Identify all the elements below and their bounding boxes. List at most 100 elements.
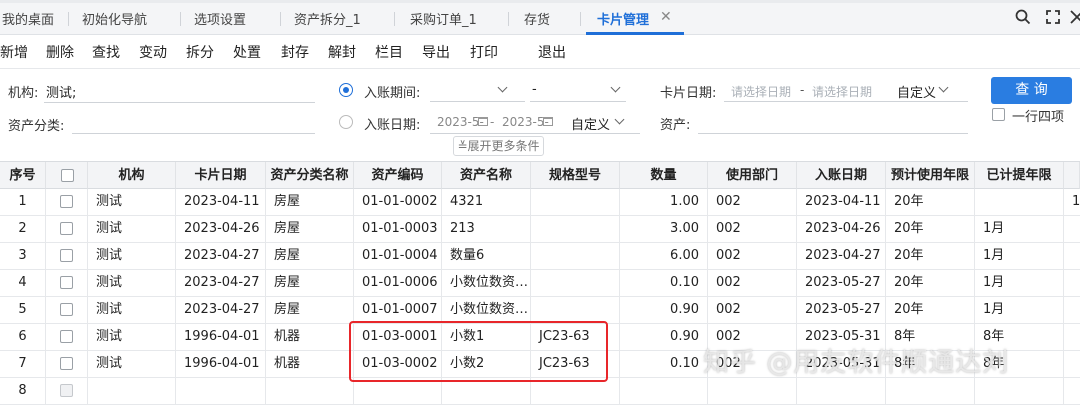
table-cell-overflow-column: 1 bbox=[1064, 189, 1080, 216]
card-date-mode-select[interactable]: 自定义 bbox=[897, 82, 936, 101]
column-header-use-department[interactable]: 使用部门 bbox=[708, 162, 797, 189]
tab-asset-split[interactable]: 资产拆分_1 bbox=[294, 9, 361, 31]
row-checkbox[interactable] bbox=[60, 222, 73, 235]
delete-button[interactable]: 删除 bbox=[46, 42, 74, 62]
table-cell-accrued-years: 1月 bbox=[975, 297, 1064, 324]
calendar-icon[interactable] bbox=[478, 117, 488, 126]
table-cell-select[interactable] bbox=[46, 297, 88, 324]
find-button[interactable]: 查找 bbox=[92, 42, 120, 62]
select-all-checkbox[interactable] bbox=[61, 169, 74, 182]
entry-date-mode-select[interactable]: 自定义 bbox=[571, 114, 610, 133]
row-checkbox[interactable] bbox=[60, 357, 73, 370]
column-header-asset-class-name[interactable]: 资产分类名称 bbox=[266, 162, 354, 189]
table-cell-use-department: 002 bbox=[708, 270, 797, 297]
tab-purchase-order[interactable]: 采购订单_1 bbox=[410, 9, 477, 31]
column-header-select[interactable] bbox=[46, 162, 88, 189]
table-cell-asset-class-name: 房屋 bbox=[266, 189, 354, 216]
asset-field[interactable] bbox=[698, 133, 968, 134]
change-button[interactable]: 变动 bbox=[139, 42, 167, 62]
row-checkbox[interactable] bbox=[60, 195, 73, 208]
row-checkbox[interactable] bbox=[60, 249, 73, 262]
period-radio[interactable] bbox=[339, 83, 353, 97]
table-cell-quantity: 3.00 bbox=[620, 216, 708, 243]
export-button[interactable]: 导出 bbox=[422, 42, 450, 62]
seal-button[interactable]: 封存 bbox=[281, 42, 309, 62]
row-checkbox[interactable] bbox=[60, 330, 73, 343]
table-cell-select[interactable] bbox=[46, 243, 88, 270]
column-header-spec-model[interactable]: 规格型号 bbox=[531, 162, 620, 189]
column-header-asset-code[interactable]: 资产编码 bbox=[354, 162, 442, 189]
table-cell-select[interactable] bbox=[46, 270, 88, 297]
table-cell-accrued-years: 1月 bbox=[975, 216, 1064, 243]
table-cell-asset-class-name: 机器 bbox=[266, 351, 354, 378]
exit-button[interactable]: 退出 bbox=[538, 42, 566, 62]
column-header-card-date[interactable]: 卡片日期 bbox=[176, 162, 266, 189]
table-cell-select[interactable] bbox=[46, 351, 88, 378]
table-cell-select[interactable] bbox=[46, 324, 88, 351]
card-date-from[interactable]: 请选择日期 bbox=[731, 83, 791, 100]
table-cell-select[interactable] bbox=[46, 216, 88, 243]
table-cell-asset-class-name: 房屋 bbox=[266, 270, 354, 297]
org-field-underline bbox=[44, 102, 315, 103]
expand-more-conditions-button[interactable]: ≚展开更多条件 bbox=[453, 136, 544, 156]
table-cell-expected-life: 20年 bbox=[886, 297, 975, 324]
table-cell-select[interactable] bbox=[46, 189, 88, 216]
table-cell-asset-code bbox=[354, 378, 442, 405]
column-header-asset-name[interactable]: 资产名称 bbox=[442, 162, 531, 189]
table-cell-asset-name: 数量6 bbox=[442, 243, 531, 270]
unseal-button[interactable]: 解封 bbox=[328, 42, 356, 62]
org-field[interactable]: 测试; bbox=[46, 82, 76, 101]
table-cell-org: 测试 bbox=[88, 270, 176, 297]
table-cell-entry-date: 2023-04-26 bbox=[797, 216, 886, 243]
table-cell-use-department bbox=[708, 378, 797, 405]
period-start-select[interactable] bbox=[430, 101, 525, 102]
print-button[interactable]: 打印 bbox=[470, 42, 498, 62]
split-button[interactable]: 拆分 bbox=[186, 42, 214, 62]
table-cell-spec-model bbox=[531, 243, 620, 270]
column-header-entry-date[interactable]: 入账日期 bbox=[797, 162, 886, 189]
action-toolbar: 新增 删除 查找 变动 拆分 处置 封存 解封 栏目 导出 打印 退出 bbox=[0, 35, 1080, 89]
row-checkbox[interactable] bbox=[60, 384, 73, 397]
card-date-to[interactable]: 请选择日期 bbox=[812, 83, 872, 100]
asset-class-field[interactable] bbox=[72, 133, 315, 134]
table-cell-org: 测试 bbox=[88, 297, 176, 324]
table-cell-asset-code: 01-01-0004 bbox=[354, 243, 442, 270]
column-header-quantity[interactable]: 数量 bbox=[620, 162, 708, 189]
column-header-expected-life[interactable]: 预计使用年限 bbox=[886, 162, 975, 189]
table-cell-accrued-years bbox=[975, 189, 1064, 216]
period-end-select[interactable]: - bbox=[532, 82, 537, 97]
table-cell-overflow-column bbox=[1064, 243, 1080, 270]
tab-inventory[interactable]: 存货 bbox=[524, 9, 550, 31]
table-cell-seq-number: 6 bbox=[0, 324, 46, 351]
table-cell-overflow-column bbox=[1064, 216, 1080, 243]
entry-date-from[interactable]: 2023-5- bbox=[437, 115, 484, 129]
add-button[interactable]: 新增 bbox=[0, 42, 28, 62]
tab-close-icon[interactable]: ✕ bbox=[660, 9, 672, 25]
tab-card-management[interactable]: 卡片管理 bbox=[597, 9, 649, 31]
dispose-button[interactable]: 处置 bbox=[233, 42, 261, 62]
tab-my-desktop[interactable]: 我的桌面 bbox=[2, 9, 54, 31]
entry-date-radio[interactable] bbox=[339, 115, 353, 129]
row-checkbox[interactable] bbox=[60, 303, 73, 316]
fullscreen-icon[interactable] bbox=[1044, 8, 1062, 26]
column-header-seq-number[interactable]: 序号 bbox=[0, 162, 46, 189]
table-cell-asset-class-name: 机器 bbox=[266, 324, 354, 351]
one-row-four-checkbox[interactable] bbox=[992, 108, 1005, 121]
table-cell-asset-class-name bbox=[266, 378, 354, 405]
close-window-icon[interactable] bbox=[1068, 8, 1080, 26]
columns-button[interactable]: 栏目 bbox=[375, 42, 403, 62]
calendar-icon[interactable] bbox=[543, 117, 553, 126]
card-date-sep: - bbox=[800, 83, 805, 97]
table-cell-org: 测试 bbox=[88, 351, 176, 378]
tab-init-guide[interactable]: 初始化导航 bbox=[82, 9, 147, 31]
column-header-overflow-column[interactable] bbox=[1064, 162, 1080, 189]
search-icon[interactable] bbox=[1014, 8, 1032, 26]
entry-date-to[interactable]: 2023-5- bbox=[502, 115, 549, 129]
column-header-org[interactable]: 机构 bbox=[88, 162, 176, 189]
column-header-accrued-years[interactable]: 已计提年限 bbox=[975, 162, 1064, 189]
query-button[interactable]: 查 询 bbox=[991, 77, 1072, 104]
tab-option-settings[interactable]: 选项设置 bbox=[194, 9, 246, 31]
table-cell-select[interactable] bbox=[46, 378, 88, 405]
row-checkbox[interactable] bbox=[60, 276, 73, 289]
highlight-box bbox=[349, 321, 608, 382]
